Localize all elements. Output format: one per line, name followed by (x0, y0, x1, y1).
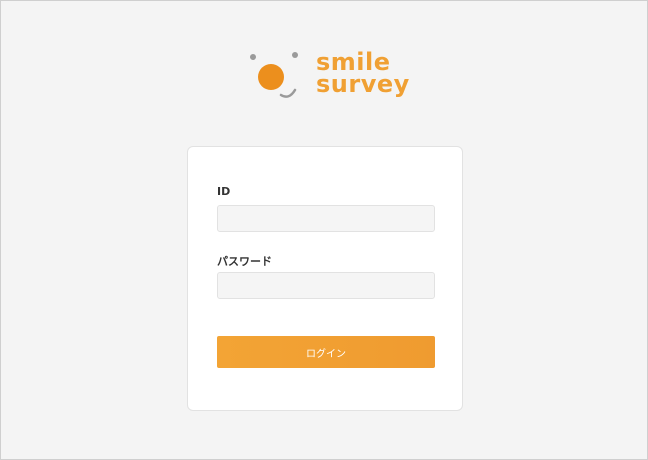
smiley-mascot-icon (250, 52, 298, 98)
page-background: smile survey ID パスワード ログイン (0, 0, 648, 460)
smile-survey-logo: smile survey (245, 45, 415, 107)
id-label: ID (217, 185, 231, 198)
password-label: パスワード (217, 255, 272, 268)
login-card: ID パスワード ログイン (187, 146, 463, 411)
logo-wordmark: smile survey (316, 50, 410, 98)
login-button[interactable]: ログイン (217, 336, 435, 368)
logo-word-survey: survey (316, 70, 410, 98)
id-input[interactable] (217, 205, 435, 232)
password-input[interactable] (217, 272, 435, 299)
